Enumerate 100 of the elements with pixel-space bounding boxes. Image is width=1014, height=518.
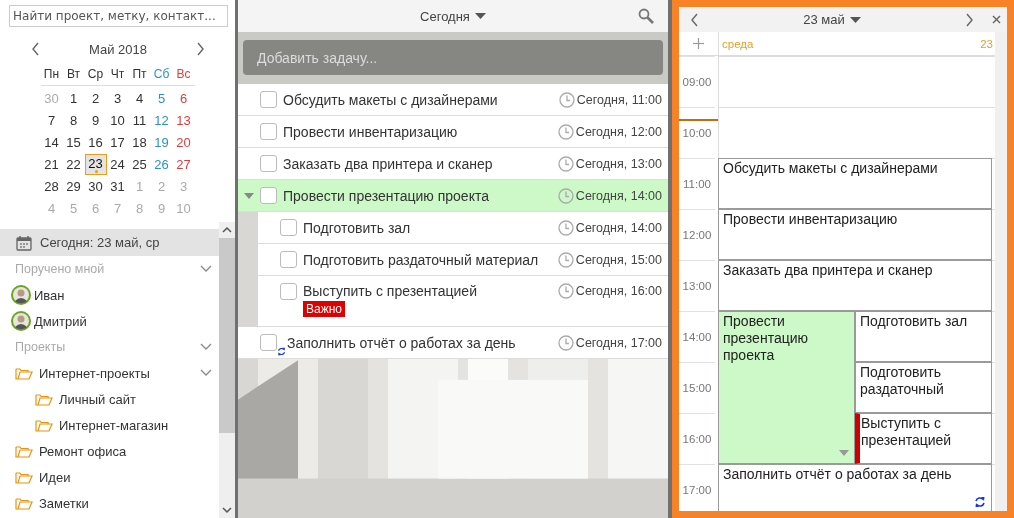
chevron-left-icon[interactable]: [690, 12, 699, 27]
date-cell[interactable]: 30: [84, 175, 107, 197]
date-cell[interactable]: 24: [106, 153, 129, 175]
task-row[interactable]: Выступить с презентацией Важно Сегодня, 16:00: [258, 276, 668, 327]
view-selector[interactable]: Сегодня: [420, 8, 486, 24]
scrollbar[interactable]: [219, 222, 235, 518]
weekday-label: Пн: [43, 66, 60, 82]
project-item[interactable]: Интернет-магазин: [0, 412, 219, 438]
add-icon[interactable]: [693, 38, 704, 49]
search-icon[interactable]: [638, 8, 654, 24]
checkbox[interactable]: [260, 155, 277, 172]
weekday-name: среда: [722, 37, 754, 50]
checkbox[interactable]: [280, 283, 297, 300]
day-number: 23: [980, 37, 993, 50]
scroll-thumb[interactable]: [219, 238, 235, 433]
contact-item[interactable]: Дмитрий: [0, 308, 219, 334]
project-item[interactable]: Идеи: [0, 464, 219, 490]
calendar-event[interactable]: Подготовить зал: [855, 311, 992, 362]
date-cell[interactable]: 17: [106, 131, 129, 153]
date-cell[interactable]: 28: [40, 175, 63, 197]
add-task-field[interactable]: Добавить задачу...: [243, 40, 663, 75]
task-row[interactable]: Заказать два принтера и сканер Сегодня, 13:00: [238, 148, 668, 180]
date-cell[interactable]: 11: [128, 109, 151, 131]
chevron-right-icon[interactable]: [965, 12, 974, 27]
time-label: 16:00: [682, 433, 712, 445]
date-cell[interactable]: 23: [84, 153, 107, 175]
close-icon[interactable]: [992, 15, 1001, 24]
task-row[interactable]: Провести инвентаризацию Сегодня, 12:00: [238, 116, 668, 148]
date-cell[interactable]: 19: [150, 131, 173, 153]
task-row[interactable]: Провести презентацию проекта Сегодня, 14:00: [238, 180, 668, 212]
task-title: Заказать два принтера и сканер: [283, 155, 493, 172]
date-cell[interactable]: 6: [172, 87, 195, 109]
project-item[interactable]: Личный сайт: [0, 386, 219, 412]
date-cell[interactable]: 4: [128, 87, 151, 109]
date-cell[interactable]: 26: [150, 153, 173, 175]
date-cell[interactable]: 3: [106, 87, 129, 109]
date-cell[interactable]: 1: [62, 87, 85, 109]
project-item[interactable]: Заметки: [0, 490, 219, 516]
chevron-icon[interactable]: [200, 264, 212, 274]
search-field[interactable]: Найти проект, метку, контакт...: [9, 5, 228, 27]
today-item[interactable]: Сегодня: 23 май, ср: [0, 229, 219, 256]
checkbox[interactable]: [260, 123, 277, 140]
due-time: Сегодня, 14:00: [575, 220, 662, 235]
chevron-right-icon[interactable]: [196, 42, 205, 56]
calendar-event[interactable]: Выступить с презентацией: [855, 413, 992, 464]
date-cell[interactable]: 5: [150, 87, 173, 109]
date-cell[interactable]: 14: [40, 131, 63, 153]
project-item[interactable]: Интернет-проекты: [0, 360, 219, 386]
chevron-icon[interactable]: [200, 368, 212, 378]
scroll-down-icon[interactable]: [222, 506, 232, 514]
date-selector[interactable]: 23 май: [803, 12, 861, 27]
chevron-left-icon[interactable]: [31, 42, 40, 56]
date-cell[interactable]: 25: [128, 153, 151, 175]
project-item[interactable]: Ремонт офиса: [0, 438, 219, 464]
task-row[interactable]: Обсудить макеты с дизайнерами Сегодня, 11:00: [238, 84, 668, 116]
checkbox[interactable]: [260, 187, 277, 204]
date-cell[interactable]: 22: [62, 153, 85, 175]
scrollbar[interactable]: [995, 32, 1007, 511]
calendar-event[interactable]: Обсудить макеты с дизайнерами: [718, 158, 992, 209]
date-cell[interactable]: 27: [172, 153, 195, 175]
date-cell[interactable]: 16: [84, 131, 107, 153]
calendar-event[interactable]: Заполнить отчёт о работах за день: [718, 464, 992, 511]
folder-icon: [15, 366, 33, 380]
chevron-icon[interactable]: [200, 342, 212, 352]
date-cell[interactable]: 10: [106, 109, 129, 131]
checkbox[interactable]: [260, 334, 277, 351]
task-title: Заполнить отчёт о работах за день: [287, 334, 516, 351]
date-cell[interactable]: 31: [106, 175, 129, 197]
weekday-label: Сб: [153, 66, 170, 82]
date-cell[interactable]: 21: [40, 153, 63, 175]
scroll-up-icon[interactable]: [222, 226, 232, 234]
date-cell[interactable]: 8: [62, 109, 85, 131]
checkbox[interactable]: [280, 219, 297, 236]
due-time: Сегодня, 16:00: [575, 284, 662, 298]
date-cell[interactable]: 12: [150, 109, 173, 131]
date-cell[interactable]: 9: [84, 109, 107, 131]
time-label: 15:00: [682, 382, 712, 394]
task-row[interactable]: Подготовить раздаточный материал Сегодня, 15:00: [258, 244, 668, 276]
caret-icon[interactable]: [244, 191, 254, 200]
calendar-event[interactable]: Заказать два принтера и сканер: [718, 260, 992, 311]
date-cell[interactable]: 7: [40, 109, 63, 131]
date-cell[interactable]: 18: [128, 131, 151, 153]
calendar-event[interactable]: Провести инвентаризацию: [718, 209, 992, 260]
date-cell[interactable]: 13: [172, 109, 195, 131]
task-row[interactable]: Заполнить отчёт о работах за день Сегодня, 17:00: [238, 327, 668, 359]
date-cell[interactable]: 20: [172, 131, 195, 153]
checkbox[interactable]: [280, 251, 297, 268]
calendar-event[interactable]: Провести презентацию проекта: [718, 311, 855, 464]
clock-icon: [557, 283, 574, 299]
checkbox[interactable]: [260, 91, 277, 108]
folder-icon: [35, 418, 53, 432]
due-time: Сегодня, 12:00: [575, 124, 662, 139]
contact-item[interactable]: Иван: [0, 282, 219, 308]
task-row[interactable]: Подготовить зал Сегодня, 14:00: [258, 212, 668, 244]
date-cell[interactable]: 29: [62, 175, 85, 197]
calendar-event[interactable]: Подготовить раздаточный: [855, 362, 992, 413]
caret-icon[interactable]: [839, 450, 849, 457]
clock-icon: [557, 123, 574, 140]
date-cell[interactable]: 2: [84, 87, 107, 109]
date-cell[interactable]: 15: [62, 131, 85, 153]
